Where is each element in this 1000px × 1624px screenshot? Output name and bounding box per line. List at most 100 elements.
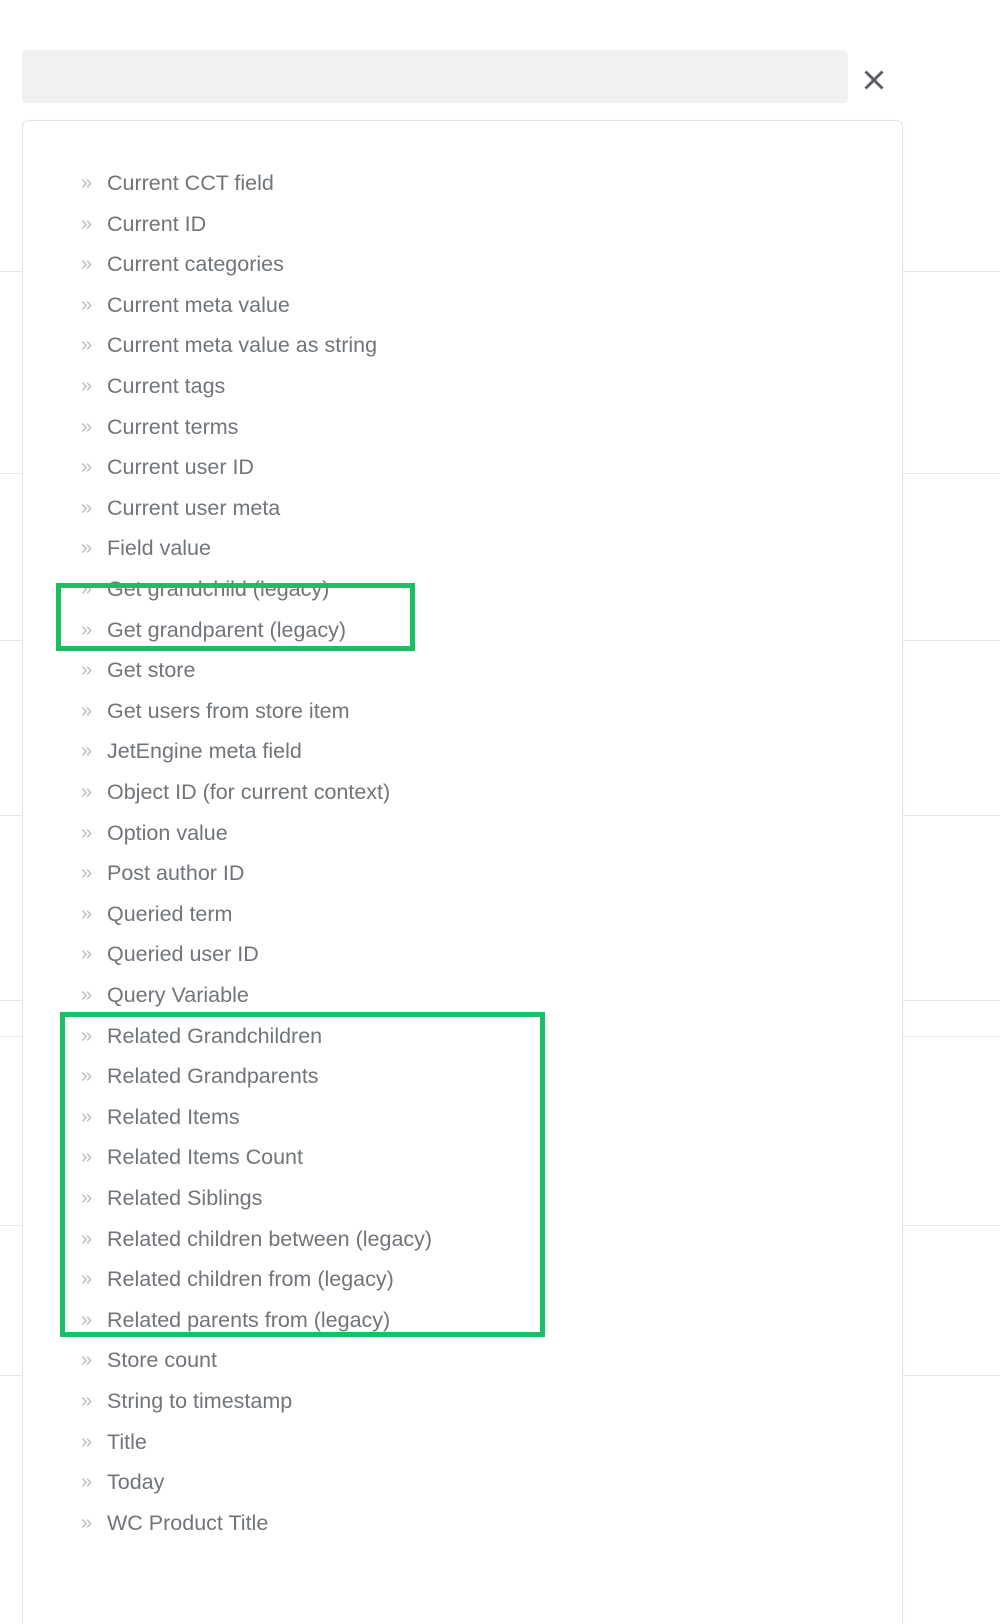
- dropdown-option[interactable]: » Current categories: [23, 244, 902, 285]
- dropdown-option-label: WC Product Title: [107, 1510, 269, 1535]
- chevron-double-right-icon: »: [81, 862, 93, 885]
- dropdown-option-label: Post author ID: [107, 861, 245, 886]
- dynamic-tag-dropdown: » Current CCT field » Current ID » Current ca…: [22, 120, 903, 1624]
- dropdown-option[interactable]: » Store count: [23, 1340, 902, 1381]
- chevron-double-right-icon: »: [81, 537, 93, 560]
- dropdown-option[interactable]: » Get store: [23, 650, 902, 691]
- dropdown-option[interactable]: » Related Grandchildren: [23, 1016, 902, 1057]
- dropdown-option[interactable]: » Get users from store item: [23, 691, 902, 732]
- dropdown-option-label: Today: [107, 1470, 165, 1495]
- dropdown-option-label: Current terms: [107, 414, 239, 439]
- dropdown-option-label: Related Grandparents: [107, 1064, 319, 1089]
- dropdown-option[interactable]: » Related parents from (legacy): [23, 1300, 902, 1341]
- chevron-double-right-icon: »: [81, 902, 93, 925]
- chevron-double-right-icon: »: [81, 984, 93, 1006]
- chevron-double-right-icon: »: [81, 293, 93, 316]
- dropdown-option[interactable]: » Queried term: [23, 894, 902, 935]
- dropdown-option[interactable]: » Related Items Count: [23, 1137, 902, 1178]
- dropdown-option-label: String to timestamp: [107, 1389, 293, 1413]
- chevron-double-right-icon: »: [81, 456, 93, 479]
- chevron-double-right-icon: »: [81, 415, 93, 438]
- chevron-double-right-icon: »: [81, 1268, 93, 1291]
- dropdown-option[interactable]: » Today: [23, 1462, 902, 1503]
- chevron-double-right-icon: »: [81, 740, 93, 763]
- dropdown-option-label: Current categories: [107, 252, 284, 277]
- dropdown-option[interactable]: » Current user meta: [23, 488, 902, 529]
- dropdown-option[interactable]: » Current terms: [23, 407, 902, 448]
- dropdown-option[interactable]: » Object ID (for current context): [23, 772, 902, 813]
- dropdown-option-label: Current user meta: [107, 495, 281, 520]
- dropdown-option-label: Related Items: [107, 1104, 240, 1129]
- chevron-double-right-icon: »: [81, 1349, 93, 1372]
- dropdown-option[interactable]: » Related Grandparents: [23, 1056, 902, 1097]
- dropdown-option[interactable]: » Current user ID: [23, 447, 902, 488]
- chevron-double-right-icon: »: [81, 1308, 93, 1331]
- dropdown-option[interactable]: » Related children between (legacy): [23, 1219, 902, 1260]
- dropdown-option[interactable]: » Current ID: [23, 204, 902, 245]
- dropdown-option[interactable]: » Related children from (legacy): [23, 1259, 902, 1300]
- dropdown-option[interactable]: » Title: [23, 1422, 902, 1463]
- search-header: [0, 0, 1000, 120]
- chevron-double-right-icon: »: [81, 1187, 93, 1209]
- dropdown-option-label: Current ID: [107, 211, 207, 236]
- dropdown-option[interactable]: » Related Siblings: [23, 1178, 902, 1219]
- dropdown-option-label: Related Items Count: [107, 1145, 303, 1170]
- dropdown-option-label: Related children between (legacy): [107, 1226, 433, 1251]
- chevron-double-right-icon: »: [81, 943, 93, 966]
- dropdown-option[interactable]: » Option value: [23, 813, 902, 854]
- dropdown-option-label: Query Variable: [107, 983, 249, 1007]
- dropdown-option[interactable]: » JetEngine meta field: [23, 731, 902, 772]
- dropdown-option[interactable]: » Query Variable: [23, 975, 902, 1016]
- chevron-double-right-icon: »: [81, 1227, 93, 1250]
- chevron-double-right-icon: »: [81, 578, 93, 600]
- dropdown-option[interactable]: » String to timestamp: [23, 1381, 902, 1422]
- dropdown-option[interactable]: » Current meta value as string: [23, 325, 902, 366]
- chevron-double-right-icon: »: [81, 1511, 93, 1534]
- chevron-double-right-icon: »: [81, 334, 93, 357]
- dropdown-option-label: Option value: [107, 820, 228, 845]
- dropdown-option-label: Current tags: [107, 374, 226, 398]
- chevron-double-right-icon: »: [81, 1024, 93, 1047]
- dropdown-option-label: Current CCT field: [107, 171, 274, 195]
- close-icon: [861, 67, 887, 93]
- dropdown-option[interactable]: » Field value: [23, 528, 902, 569]
- chevron-double-right-icon: »: [81, 1390, 93, 1412]
- chevron-double-right-icon: »: [81, 821, 93, 844]
- chevron-double-right-icon: »: [81, 1471, 93, 1494]
- dropdown-option-label: Current user ID: [107, 455, 254, 480]
- dropdown-option[interactable]: » Related Items: [23, 1097, 902, 1138]
- chevron-double-right-icon: »: [81, 1065, 93, 1088]
- chevron-double-right-icon: »: [81, 172, 93, 194]
- dropdown-option[interactable]: » Get grandchild (legacy): [23, 569, 902, 610]
- dropdown-option[interactable]: » Current CCT field: [23, 163, 902, 204]
- dropdown-option-label: Get grandparent (legacy): [107, 617, 347, 642]
- chevron-double-right-icon: »: [81, 1430, 93, 1453]
- dropdown-option-label: Related children from (legacy): [107, 1267, 394, 1292]
- dropdown-option[interactable]: » Current tags: [23, 366, 902, 407]
- dropdown-option[interactable]: » Get grandparent (legacy): [23, 610, 902, 651]
- chevron-double-right-icon: »: [81, 212, 93, 235]
- dropdown-option-label: Related Grandchildren: [107, 1023, 323, 1048]
- chevron-double-right-icon: »: [81, 496, 93, 519]
- dropdown-option[interactable]: » Queried user ID: [23, 934, 902, 975]
- dropdown-option-label: Get users from store item: [107, 698, 350, 723]
- dropdown-option-label: Related parents from (legacy): [107, 1307, 391, 1332]
- dropdown-option[interactable]: » WC Product Title: [23, 1503, 902, 1544]
- dropdown-option-label: Field value: [107, 536, 211, 561]
- chevron-double-right-icon: »: [81, 1146, 93, 1169]
- chevron-double-right-icon: »: [81, 659, 93, 682]
- dropdown-option-label: JetEngine meta field: [107, 739, 302, 764]
- dropdown-option-label: Title: [107, 1429, 147, 1454]
- dropdown-option-label: Queried user ID: [107, 942, 259, 967]
- chevron-double-right-icon: »: [81, 781, 93, 803]
- search-input[interactable]: [22, 50, 848, 103]
- dropdown-option-label: Get grandchild (legacy): [107, 577, 330, 601]
- chevron-double-right-icon: »: [81, 253, 93, 276]
- dropdown-option[interactable]: » Post author ID: [23, 853, 902, 894]
- close-button[interactable]: [856, 62, 892, 98]
- chevron-double-right-icon: »: [81, 699, 93, 722]
- dropdown-option-label: Current meta value as string: [107, 333, 378, 358]
- dropdown-option[interactable]: » Current meta value: [23, 285, 902, 326]
- dropdown-option-label: Current meta value: [107, 292, 290, 317]
- dropdown-option-label: Store count: [107, 1348, 217, 1373]
